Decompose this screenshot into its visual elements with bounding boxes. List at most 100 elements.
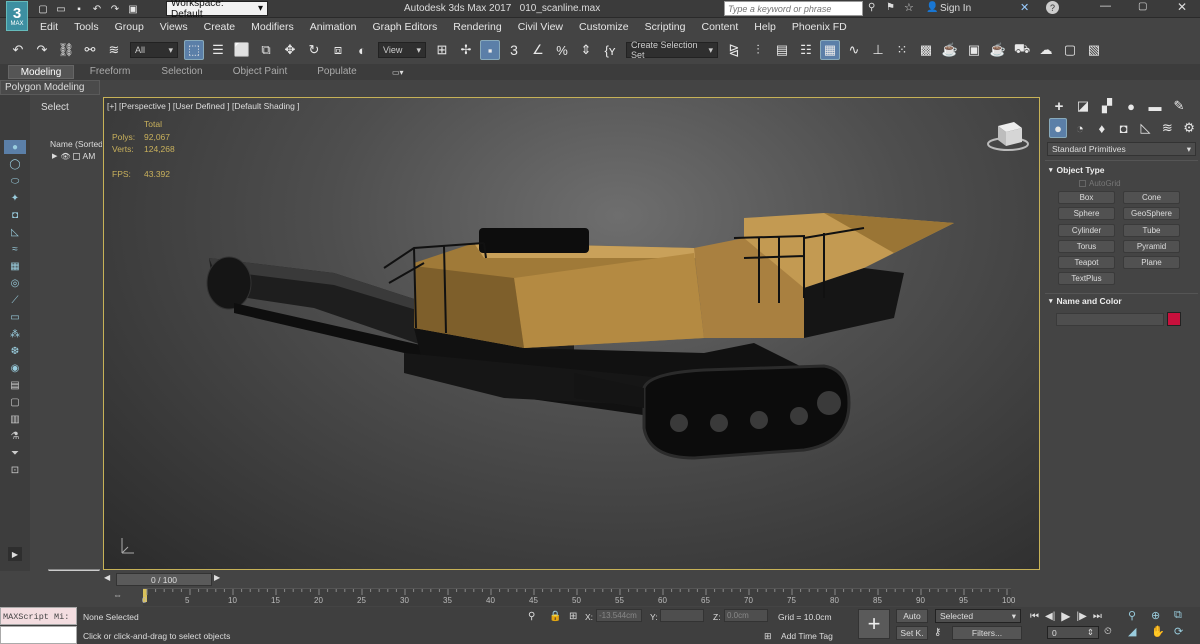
display-all-icon[interactable]: ▤ <box>4 378 26 392</box>
zoom-all-icon[interactable]: ⊕ <box>1151 609 1171 622</box>
x-coordinate-field[interactable]: -13.544cm <box>596 609 642 622</box>
material-editor-icon[interactable]: ▩ <box>916 40 936 60</box>
object-name-field[interactable] <box>1056 312 1164 326</box>
link-icon[interactable]: ⛓ <box>56 40 76 60</box>
selection-filter-dropdown[interactable]: All ▾ <box>130 42 178 58</box>
display-tab-icon[interactable]: ▬ <box>1145 96 1165 116</box>
primitive-button-tube[interactable]: Tube <box>1123 223 1180 237</box>
undo-icon[interactable]: ↶ <box>90 2 104 16</box>
user-icon[interactable]: 👤 <box>926 2 938 13</box>
ribbon-options-icon[interactable]: ▭▾ <box>392 68 404 77</box>
save-file-icon[interactable]: ▪ <box>72 2 86 16</box>
select-object-icon[interactable]: ⬚ <box>184 40 204 60</box>
sync-selection-icon[interactable]: ⚗ <box>4 429 26 443</box>
field-of-view-icon[interactable]: ◢ <box>1128 625 1148 638</box>
key-filters-icon[interactable]: ⚷ <box>934 627 941 638</box>
close-button[interactable]: ✕ <box>1177 0 1187 14</box>
spacewarps-category-icon[interactable]: ≋ <box>1158 118 1176 138</box>
display-frozen-icon[interactable]: ❆ <box>4 344 26 358</box>
set-key-button[interactable]: Set K. <box>896 626 928 640</box>
name-color-rollout[interactable]: ▾ Name and Color <box>1043 294 1200 308</box>
search-input[interactable] <box>724 1 863 16</box>
ribbon-subtab-polygon-modeling[interactable]: Polygon Modeling <box>0 80 100 95</box>
maxscript-output[interactable] <box>0 626 77 644</box>
key-mode-button[interactable]: + <box>858 609 890 639</box>
pan-icon[interactable]: ✋ <box>1151 625 1171 638</box>
extra-toolbar-icon-2[interactable]: ▧ <box>1084 40 1104 60</box>
exchange-icon[interactable]: ✕ <box>1020 1 1029 14</box>
favorites-star-icon[interactable]: ☆ <box>904 1 914 14</box>
display-geometry-icon[interactable]: ◯ <box>4 157 26 171</box>
display-spacewarps-icon[interactable]: ≈ <box>4 242 26 256</box>
ribbon-tab-populate[interactable]: Populate <box>302 65 372 79</box>
display-particles-icon[interactable]: ⁂ <box>4 327 26 341</box>
ribbon-tab-modeling[interactable]: Modeling <box>8 65 74 79</box>
project-folder-icon[interactable]: ▣ <box>126 2 140 16</box>
open-file-icon[interactable]: ▭ <box>54 2 68 16</box>
primitive-button-geosphere[interactable]: GeoSphere <box>1123 207 1180 221</box>
scale-icon[interactable]: ⧈ <box>328 40 348 60</box>
minimize-button[interactable]: — <box>1100 0 1111 12</box>
menu-views[interactable]: Views <box>152 21 196 33</box>
move-icon[interactable]: ✥ <box>280 40 300 60</box>
menu-scripting[interactable]: Scripting <box>637 21 694 33</box>
primitive-button-textplus[interactable]: TextPlus <box>1058 272 1115 286</box>
redo-icon[interactable]: ↷ <box>108 2 122 16</box>
display-containers-icon[interactable]: ▭ <box>4 310 26 324</box>
select-tab[interactable]: Select <box>30 95 102 115</box>
undo-icon[interactable]: ↶ <box>8 40 28 60</box>
keyboard-shortcut-toggle-icon[interactable]: ▪ <box>480 40 500 60</box>
primitive-button-sphere[interactable]: Sphere <box>1058 207 1115 221</box>
render-icon[interactable]: ☕ <box>988 40 1008 60</box>
render-iterative-icon[interactable]: ⛟ <box>1012 40 1032 60</box>
previous-frame-icon[interactable]: ◀| <box>1045 611 1055 622</box>
workspace-dropdown[interactable]: Workspace: Default ▾ <box>166 0 268 20</box>
new-file-icon[interactable]: ▢ <box>36 2 50 16</box>
rectangular-selection-icon[interactable]: ⬜ <box>232 40 252 60</box>
column-header-name[interactable]: Name (Sorted <box>30 139 102 149</box>
visibility-eye-icon[interactable]: 👁 <box>60 152 70 161</box>
menu-help[interactable]: Help <box>746 21 784 33</box>
pivot-center-icon[interactable]: ⊞ <box>432 40 452 60</box>
lights-category-icon[interactable]: ♦ <box>1093 118 1111 138</box>
percent-snap-icon[interactable]: % <box>552 40 572 60</box>
display-none-icon[interactable]: ● <box>4 140 26 154</box>
menu-content[interactable]: Content <box>693 21 746 33</box>
utilities-tab-icon[interactable]: ✎ <box>1169 96 1189 116</box>
add-time-tag[interactable]: Add Time Tag <box>781 631 833 641</box>
display-none-list-icon[interactable]: ▢ <box>4 395 26 409</box>
layer-explorer-icon[interactable]: ▤ <box>772 40 792 60</box>
mirror-icon[interactable]: ⧎ <box>724 40 744 60</box>
redo-icon[interactable]: ↷ <box>32 40 52 60</box>
edit-named-selection-icon[interactable]: {ʏ <box>600 40 620 60</box>
display-invert-icon[interactable]: ▥ <box>4 412 26 426</box>
display-helpers-icon[interactable]: ◺ <box>4 225 26 239</box>
primitive-button-pyramid[interactable]: Pyramid <box>1123 239 1180 253</box>
search-binoculars-icon[interactable]: ⚲ <box>868 2 875 13</box>
perspective-viewport[interactable]: [+] [Perspective ] [User Defined ] [Defa… <box>103 97 1040 570</box>
motion-tab-icon[interactable]: ● <box>1121 96 1141 116</box>
timeline-track[interactable]: 0 5 10 15 20 25 30 35 40 45 50 55 60 65 70 75 80 85 90 95 10… <box>142 588 1015 606</box>
bind-space-warp-icon[interactable]: ≋ <box>104 40 124 60</box>
systems-category-icon[interactable]: ⚙ <box>1180 118 1198 138</box>
rotate-icon[interactable]: ↻ <box>304 40 324 60</box>
next-frame-icon[interactable]: |▶ <box>1077 611 1087 622</box>
play-icon[interactable]: ▶ <box>1061 609 1070 623</box>
expand-arrow-icon[interactable]: ▶ <box>8 547 22 561</box>
select-manipulate-icon[interactable]: ✢ <box>456 40 476 60</box>
auto-key-button[interactable]: Auto <box>896 609 928 623</box>
helpers-category-icon[interactable]: ◺ <box>1137 118 1155 138</box>
time-slider[interactable]: 0 / 100 <box>116 573 212 586</box>
display-lights-icon[interactable]: ✦ <box>4 191 26 205</box>
render-setup-icon[interactable]: ☕ <box>940 40 960 60</box>
prev-frame-icon[interactable]: ◀ <box>104 573 110 582</box>
orbit-icon[interactable]: ⟳ <box>1174 625 1194 638</box>
time-configuration-icon[interactable]: ⏲ <box>1104 626 1112 637</box>
modify-tab-icon[interactable]: ◪ <box>1073 96 1093 116</box>
expand-icon[interactable]: ▶ <box>52 152 57 160</box>
extra-toolbar-icon[interactable]: ▢ <box>1060 40 1080 60</box>
object-type-rollout[interactable]: ▾ Object Type <box>1043 163 1200 177</box>
selection-lock-icon[interactable]: 🔒 <box>549 611 561 622</box>
primitive-button-cone[interactable]: Cone <box>1123 191 1180 204</box>
display-groups-icon[interactable]: ▦ <box>4 259 26 273</box>
